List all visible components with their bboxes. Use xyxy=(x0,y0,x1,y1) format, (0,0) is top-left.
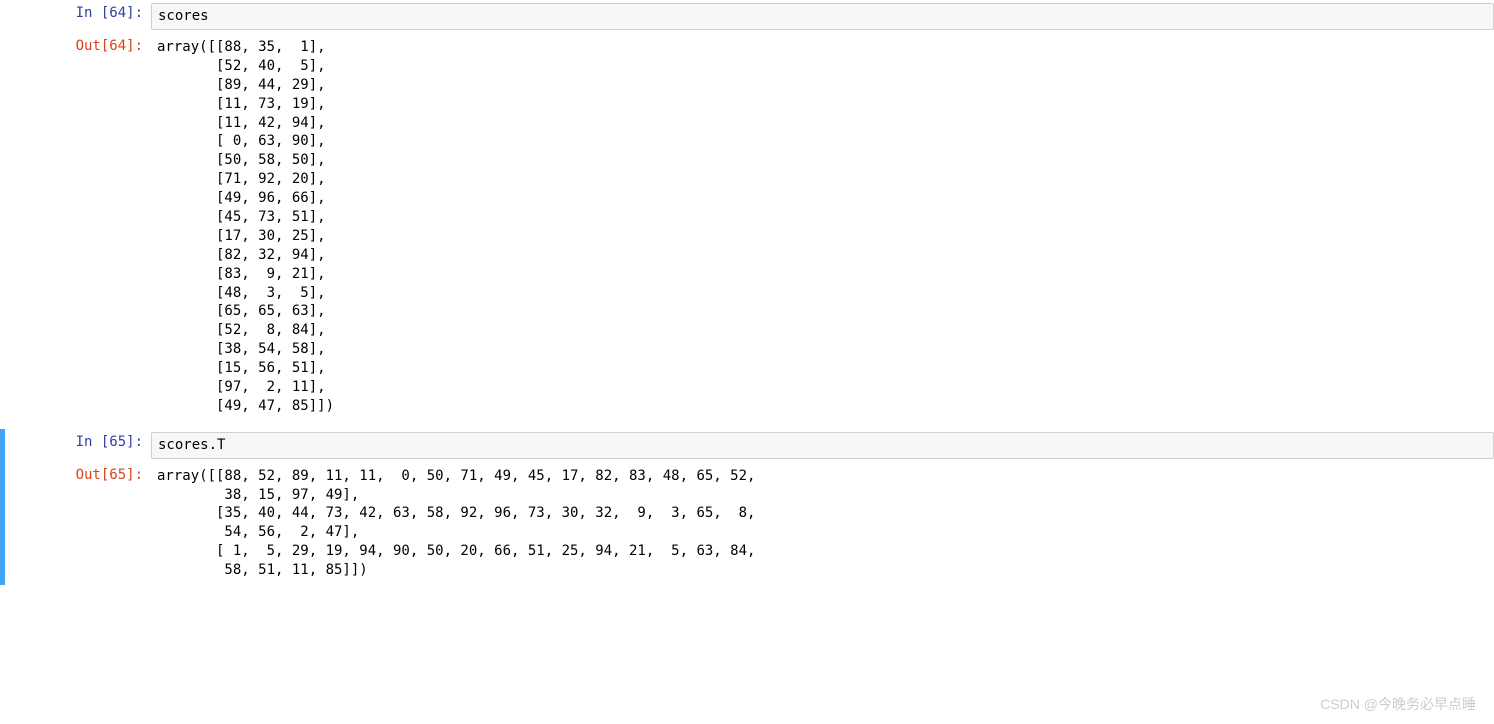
code-input-wrapper: scores.T xyxy=(151,429,1494,462)
code-input-area[interactable]: scores xyxy=(151,3,1494,30)
code-output-row: Out[65]: array([[88, 52, 89, 11, 11, 0, … xyxy=(9,462,1494,585)
code-output-row: Out[64]: array([[88, 35, 1], [52, 40, 5]… xyxy=(9,33,1494,421)
notebook-cell-65: In [65]: scores.T Out[65]: array([[88, 5… xyxy=(0,429,1494,585)
watermark-text: CSDN @今晚务必早点睡 xyxy=(1320,694,1476,714)
out-prompt-label: Out[64]: xyxy=(9,33,151,421)
code-input-area[interactable]: scores.T xyxy=(151,432,1494,459)
cell-spacer xyxy=(0,421,1494,429)
in-prompt-label: In [64]: xyxy=(9,0,151,33)
notebook-cell-64: In [64]: scores Out[64]: array([[88, 35,… xyxy=(0,0,1494,421)
code-input-wrapper: scores xyxy=(151,0,1494,33)
code-input-row: In [64]: scores xyxy=(9,0,1494,33)
out-prompt-label: Out[65]: xyxy=(9,462,151,585)
code-output-area: array([[88, 52, 89, 11, 11, 0, 50, 71, 4… xyxy=(151,462,1494,585)
code-input-row: In [65]: scores.T xyxy=(9,429,1494,462)
code-output-area: array([[88, 35, 1], [52, 40, 5], [89, 44… xyxy=(151,33,1494,421)
in-prompt-label: In [65]: xyxy=(9,429,151,462)
